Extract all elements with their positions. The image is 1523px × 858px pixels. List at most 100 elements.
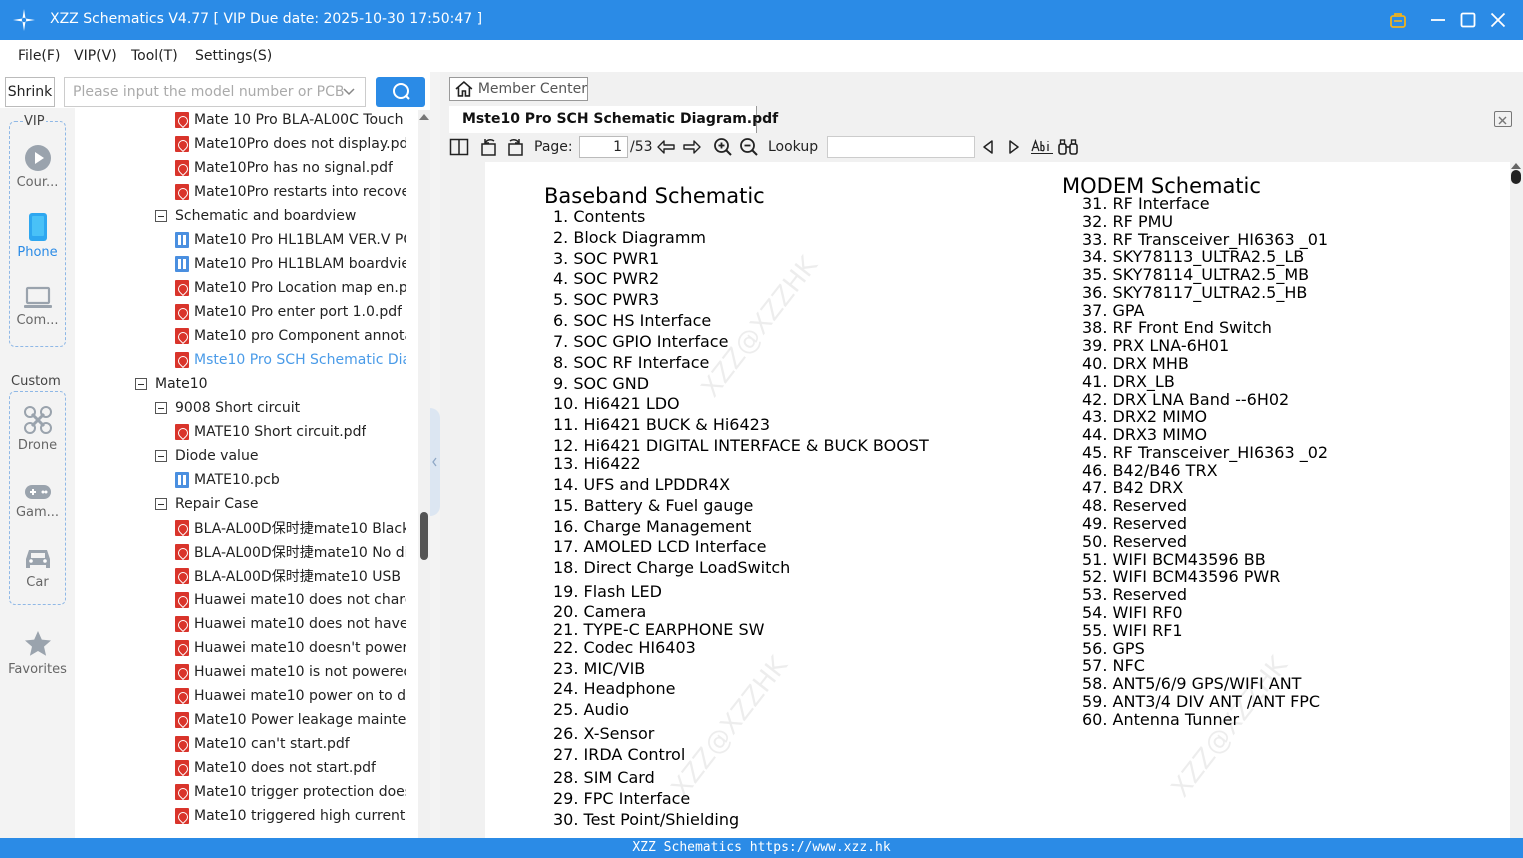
collapse-toggle-icon[interactable] — [155, 402, 167, 414]
car-icon — [25, 550, 50, 568]
collapse-toggle-icon[interactable] — [155, 498, 167, 510]
rail-item-favorites[interactable]: Favorites — [0, 629, 75, 677]
tree-file[interactable]: Mate10Pro has no signal.pdf — [175, 156, 406, 180]
tree-file[interactable]: Huawei mate10 is not powered — [175, 660, 406, 684]
tree-file[interactable]: Mate10 trigger protection does — [175, 780, 406, 804]
pdf-scrollbar[interactable] — [1510, 162, 1523, 838]
tab-document[interactable]: Mste10 Pro SCH Schematic Diagram.pdf — [449, 106, 778, 133]
tree-file[interactable]: Mate10 does not start.pdf — [175, 756, 406, 780]
tree-file[interactable]: Huawei mate10 power on to dis — [175, 684, 406, 708]
rail-item-phone[interactable]: Phone — [0, 212, 75, 260]
tree-file[interactable]: Huawei mate10 does not charg — [175, 588, 406, 612]
rail-item-drone[interactable]: Drone — [0, 405, 75, 453]
tree-file[interactable]: Mate10Pro does not display.pdf — [175, 132, 406, 156]
panel-splitter[interactable] — [430, 72, 440, 838]
tree-file[interactable]: Mate10 Pro HL1BLAM VER.V PC — [175, 228, 406, 252]
lookup-input[interactable] — [827, 136, 975, 158]
close-window-icon[interactable] — [1487, 9, 1509, 31]
minimize-icon[interactable] — [1427, 9, 1449, 31]
tree-file[interactable]: Mate10 Power leakage mainten — [175, 708, 406, 732]
splitter-grip[interactable] — [430, 408, 440, 516]
tree-file[interactable]: BLA-AL00D保时捷mate10 Black — [175, 516, 406, 540]
tree-file[interactable]: BLA-AL00D保时捷mate10 USB n — [175, 564, 406, 588]
rail-item-course[interactable]: Cour... — [0, 144, 75, 190]
tree-file[interactable]: Mate10 pro Component annota — [175, 324, 406, 348]
menu-vip[interactable]: VIP(V) — [74, 48, 117, 64]
pdf-page: Baseband Schematic MODEM Schematic XZZ@X… — [485, 162, 1510, 838]
find-next-icon[interactable] — [1006, 137, 1022, 157]
pdf-file-icon — [175, 352, 189, 368]
find-prev-icon[interactable] — [980, 137, 996, 157]
pdf-file-icon — [175, 568, 189, 584]
zoom-in-icon[interactable] — [712, 137, 734, 157]
search-button[interactable] — [376, 77, 425, 107]
zoom-out-icon[interactable] — [738, 137, 760, 157]
tree-scrollbar[interactable] — [418, 110, 430, 838]
rotate-left-icon[interactable] — [478, 137, 500, 157]
toc-entry: 5. SOC PWR3 — [553, 290, 660, 309]
chevron-down-icon[interactable] — [342, 86, 356, 98]
tree-folder[interactable]: 9008 Short circuit — [155, 396, 406, 420]
tree-folder[interactable]: Mate10 — [135, 372, 406, 396]
prev-page-icon[interactable] — [655, 137, 677, 157]
tree-item-label: Mate10 Pro Location map en.pc — [194, 280, 406, 296]
toc-entry: 52. WIFI BCM43596 PWR — [1082, 567, 1281, 586]
search-input[interactable]: Please input the model number or PCB — [64, 77, 366, 107]
tree-file[interactable]: Mste10 Pro SCH Schematic Diag — [175, 348, 406, 372]
toc-entry: 44. DRX3 MIMO — [1082, 425, 1208, 444]
rail-item-computer[interactable]: Com... — [0, 286, 75, 328]
tree-file[interactable]: Mate10 Pro HL1BLAM boardvie — [175, 252, 406, 276]
pdf-file-icon — [175, 640, 189, 656]
tree-folder[interactable]: Diode value — [155, 444, 406, 468]
menu-tool[interactable]: Tool(T) — [131, 48, 178, 64]
lookup-label: Lookup — [768, 139, 819, 155]
rotate-right-icon[interactable] — [504, 137, 526, 157]
scroll-up-icon[interactable] — [1511, 163, 1521, 169]
tree-file[interactable]: MATE10.pcb — [175, 468, 406, 492]
pdf-file-icon — [175, 136, 189, 152]
tree-folder[interactable]: Repair Case — [155, 492, 406, 516]
tree-file[interactable]: Huawei mate10 does not have s — [175, 612, 406, 636]
toc-entry: 1. Contents — [553, 207, 646, 226]
sidebar-toggle-icon[interactable] — [448, 137, 470, 157]
vip-bag-icon[interactable] — [1387, 9, 1409, 31]
pdf-file-icon — [175, 184, 189, 200]
match-case-icon[interactable] — [1031, 137, 1053, 157]
collapse-toggle-icon[interactable] — [135, 378, 147, 390]
toc-entry: 55. WIFI RF1 — [1082, 621, 1183, 640]
toc-entry: 40. DRX MHB — [1082, 354, 1189, 373]
tree-file[interactable]: BLA-AL00D保时捷mate10 No di — [175, 540, 406, 564]
rail-item-car[interactable]: Car — [0, 546, 75, 590]
rail-item-game[interactable]: Gam... — [0, 482, 75, 520]
tree-file[interactable]: Mate10 can't start.pdf — [175, 732, 406, 756]
tree-item-label: Mate10 does not start.pdf — [194, 760, 376, 776]
pdf-scroll-thumb[interactable] — [1511, 170, 1521, 184]
maximize-icon[interactable] — [1457, 9, 1479, 31]
tree-folder[interactable]: Schematic and boardview — [155, 204, 406, 228]
collapse-toggle-icon[interactable] — [155, 450, 167, 462]
toc-entry: 48. Reserved — [1082, 496, 1187, 515]
scroll-up-icon[interactable] — [419, 114, 429, 120]
menu-file[interactable]: File(F) — [18, 48, 60, 64]
close-tab-icon[interactable] — [1494, 111, 1512, 127]
menu-settings[interactable]: Settings(S) — [195, 48, 272, 64]
binoculars-icon[interactable] — [1057, 137, 1079, 157]
tree-file[interactable]: Mate10Pro restarts into recover — [175, 180, 406, 204]
toc-entry: 15. Battery & Fuel gauge — [553, 496, 754, 515]
toc-entry: 32. RF PMU — [1082, 212, 1174, 231]
tree-scroll-thumb[interactable] — [420, 512, 428, 560]
collapse-toggle-icon[interactable] — [155, 210, 167, 222]
tree-file[interactable]: Mate10 triggered high current t — [175, 804, 406, 828]
page-number-input[interactable]: 1 — [579, 136, 628, 158]
tree-file[interactable]: MATE10 Short circuit.pdf — [175, 420, 406, 444]
member-center-button[interactable]: Member Center — [449, 77, 588, 101]
shrink-button[interactable]: Shrink — [5, 77, 55, 107]
tree-file[interactable]: Huawei mate10 doesn't power o — [175, 636, 406, 660]
tree-file[interactable]: Mate10 Pro Location map en.pc — [175, 276, 406, 300]
tree-item-label: BLA-AL00D保时捷mate10 No di — [194, 545, 406, 561]
next-page-icon[interactable] — [681, 137, 703, 157]
tree-item-label: Mate10Pro restarts into recover — [194, 184, 406, 200]
tree-file[interactable]: Mate10 Pro enter port 1.0.pdf — [175, 300, 406, 324]
tree-file[interactable]: Mate 10 Pro BLA-AL00C Touch — [175, 110, 406, 132]
pdf-file-icon — [175, 808, 189, 824]
